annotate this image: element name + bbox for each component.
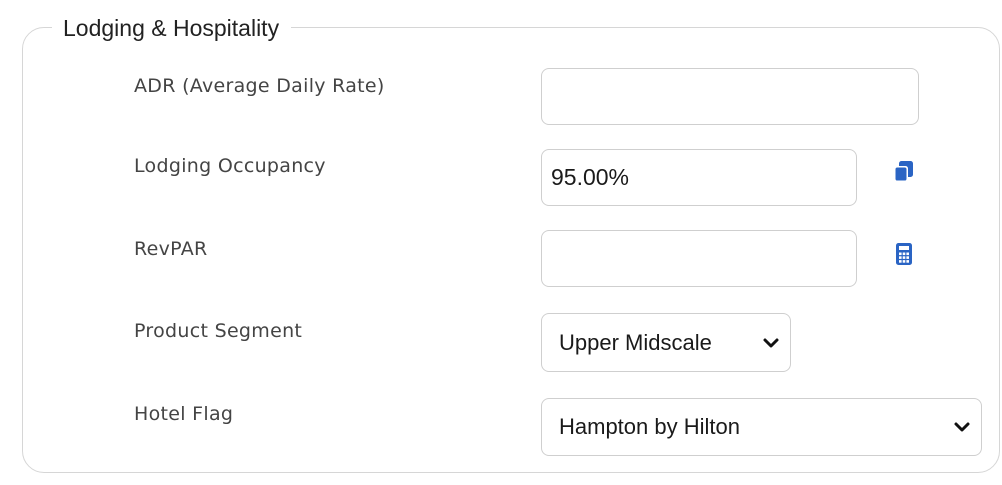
lodging-occupancy-label: Lodging Occupancy <box>134 155 326 177</box>
product-segment-select[interactable]: Upper Midscale <box>541 313 791 372</box>
adr-field-box <box>541 68 919 125</box>
lodging-occupancy-input[interactable] <box>542 150 856 205</box>
section-title: Lodging & Hospitality <box>52 14 292 42</box>
calculator-icon[interactable] <box>894 242 916 266</box>
revpar-label: RevPAR <box>134 238 208 260</box>
lodging-occupancy-field-box <box>541 149 857 206</box>
revpar-input[interactable] <box>542 231 856 286</box>
hotel-flag-selected-value: Hampton by Hilton <box>559 414 740 439</box>
hotel-flag-label: Hotel Flag <box>134 403 234 425</box>
adr-input[interactable] <box>542 69 918 124</box>
chevron-down-icon <box>953 418 971 436</box>
adr-label: ADR (Average Daily Rate) <box>134 75 385 97</box>
product-segment-selected-value: Upper Midscale <box>559 329 712 355</box>
chevron-down-icon <box>762 334 780 352</box>
hotel-flag-select[interactable]: Hampton by Hilton <box>541 398 982 456</box>
product-segment-label: Product Segment <box>134 320 303 342</box>
copy-icon[interactable] <box>893 160 915 184</box>
revpar-field-box <box>541 230 857 287</box>
